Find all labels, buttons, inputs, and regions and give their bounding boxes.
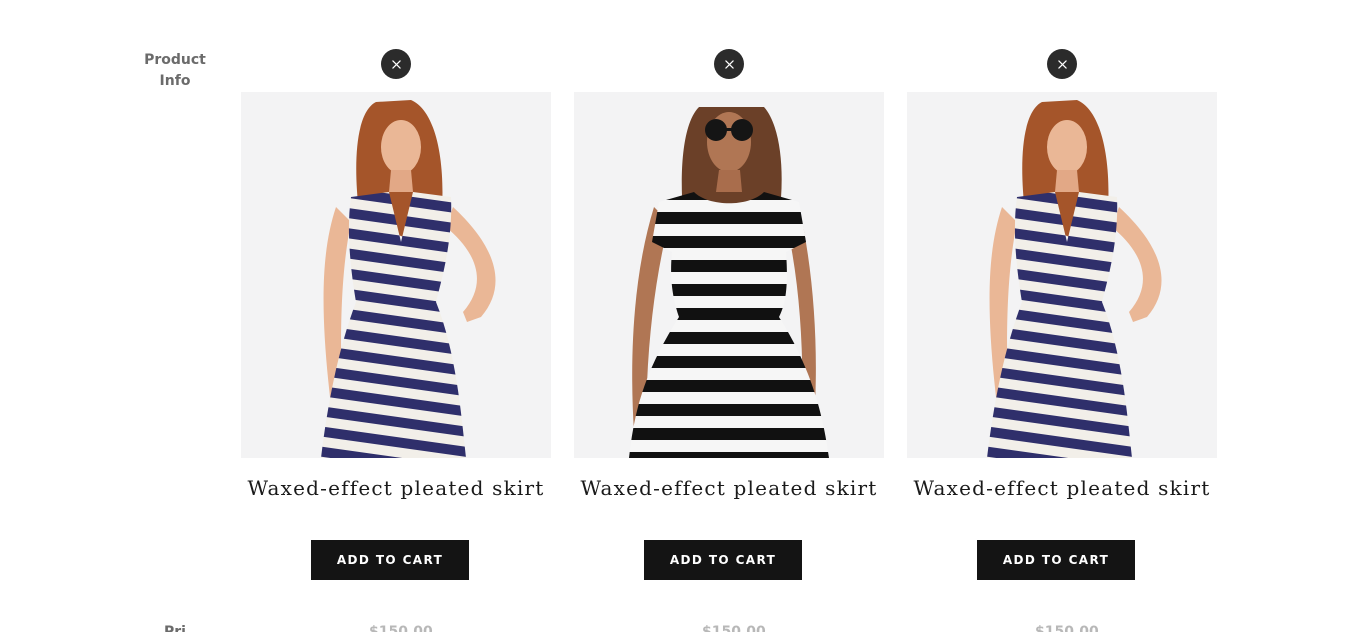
product-title[interactable]: Waxed-effect pleated skirt: [887, 476, 1237, 500]
add-to-cart-button[interactable]: ADD TO CART: [977, 540, 1135, 580]
product-title[interactable]: Waxed-effect pleated skirt: [554, 476, 904, 500]
product-price: $150.00: [369, 624, 433, 632]
product-image[interactable]: [574, 92, 884, 458]
add-to-cart-button[interactable]: ADD TO CART: [311, 540, 469, 580]
close-icon: [724, 59, 734, 69]
remove-product-button[interactable]: [1047, 49, 1077, 79]
remove-product-button[interactable]: [714, 49, 744, 79]
product-column: Waxed-effect pleated skirt ADD TO CART $…: [241, 0, 551, 632]
remove-product-button[interactable]: [381, 49, 411, 79]
product-image[interactable]: [241, 92, 551, 458]
compare-page: Product Info Pri Waxed-effect pleated sk…: [0, 0, 1349, 632]
close-icon: [391, 59, 401, 69]
add-to-cart-button[interactable]: ADD TO CART: [644, 540, 802, 580]
product-price: $150.00: [1035, 624, 1099, 632]
product-column: Waxed-effect pleated skirt ADD TO CART $…: [574, 0, 884, 632]
product-column: Waxed-effect pleated skirt ADD TO CART $…: [907, 0, 1217, 632]
product-price: $150.00: [702, 624, 766, 632]
product-image[interactable]: [907, 92, 1217, 458]
row-label-product-info: Product Info: [144, 52, 206, 89]
product-title[interactable]: Waxed-effect pleated skirt: [221, 476, 571, 500]
close-icon: [1057, 59, 1067, 69]
row-label-price: Pri: [164, 624, 186, 632]
